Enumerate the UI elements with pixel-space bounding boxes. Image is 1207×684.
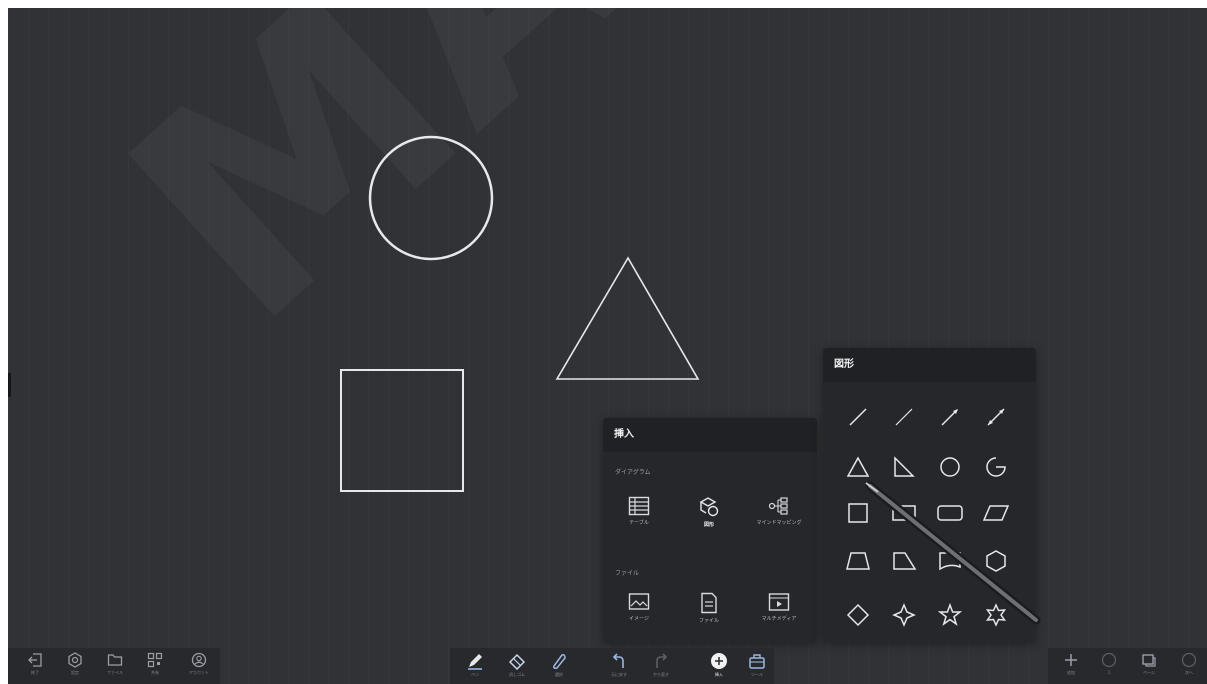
redo-icon xyxy=(656,653,668,668)
circle-icon xyxy=(940,457,960,477)
file-section-label: ファイル xyxy=(615,570,640,577)
drawn-square[interactable] xyxy=(340,369,464,492)
undo-label: 元に戻す xyxy=(611,672,627,677)
insert-image-label: イメージ xyxy=(629,616,649,622)
qr-share-button[interactable]: 共有 xyxy=(140,652,170,682)
folder-button[interactable]: ファイル xyxy=(100,652,130,682)
toolbar-left: 終了 設定 ファイル 共有 アカウント xyxy=(8,648,220,684)
insert-button[interactable]: 挿入 xyxy=(704,652,734,682)
next-page-button[interactable]: 次へ xyxy=(1174,652,1204,682)
diagram-section-label: ダイアグラム xyxy=(615,469,651,476)
drawn-triangle[interactable] xyxy=(555,256,700,380)
insert-shapes-label: 図形 xyxy=(703,522,714,528)
insert-panel-title: 挿入 xyxy=(603,418,817,452)
insert-shapes-button[interactable]: 図形 xyxy=(679,488,739,548)
insert-icon xyxy=(711,653,727,669)
insert-mindmap-label: マインドマッピング xyxy=(756,520,802,526)
qr-share-label: 共有 xyxy=(151,670,159,675)
add-page-icon xyxy=(1065,654,1077,666)
insert-multimedia-label: マルチメディア xyxy=(761,616,797,622)
exit-button[interactable]: 終了 xyxy=(20,652,50,682)
arc-icon xyxy=(986,457,1006,477)
drawn-circle[interactable] xyxy=(368,135,494,261)
next-page-label: 次へ xyxy=(1185,670,1193,675)
pen-label: ペン xyxy=(471,672,479,677)
redo-button[interactable]: やり直す xyxy=(646,652,676,682)
add-page-label: 追加 xyxy=(1067,670,1075,675)
select-icon xyxy=(553,654,566,669)
toolbox-icon xyxy=(749,654,765,669)
multimedia-icon xyxy=(768,593,790,611)
eraser-icon xyxy=(508,653,526,670)
account-button[interactable]: アカウント xyxy=(184,652,214,682)
pages-button[interactable]: ページ xyxy=(1134,652,1164,682)
exit-label: 終了 xyxy=(31,670,39,675)
undo-icon xyxy=(612,653,624,668)
arrow-line-icon xyxy=(941,409,958,426)
pen-icon xyxy=(468,654,482,670)
pages-icon xyxy=(1142,654,1156,667)
folder-icon xyxy=(107,654,123,666)
settings-label: 設定 xyxy=(71,670,79,675)
page-counter-icon xyxy=(1101,652,1117,668)
insert-multimedia-button[interactable]: マルチメディア xyxy=(749,584,809,644)
insert-table-button[interactable]: テーブル xyxy=(609,488,669,548)
qr-code-icon xyxy=(147,652,163,668)
folder-label: ファイル xyxy=(107,670,123,675)
insert-panel: 挿入 ダイアグラム テーブル 図形 マインドマッピング ファイル イメージ ファ… xyxy=(603,418,817,643)
insert-label: 挿入 xyxy=(715,672,723,677)
pen-tool-button[interactable]: ペン xyxy=(460,652,490,682)
insert-mindmap-button[interactable]: マインドマッピング xyxy=(749,488,809,548)
insert-file-label: ファイル xyxy=(698,618,719,624)
line-icon xyxy=(849,408,867,426)
exit-icon xyxy=(28,653,42,667)
add-page-button[interactable]: 追加 xyxy=(1056,652,1086,682)
right-triangle-icon xyxy=(894,456,915,477)
settings-icon xyxy=(68,652,82,668)
stylus-pen xyxy=(865,481,1041,625)
toolbar-center: ペン 消しゴム 選択 元に戻す やり直す 挿入 ツール xyxy=(450,648,774,684)
insert-file-button[interactable]: ファイル xyxy=(679,584,739,644)
undo-button[interactable]: 元に戻す xyxy=(604,652,634,682)
page-counter-label: 1 xyxy=(1107,670,1111,675)
toolbox-button[interactable]: ツール xyxy=(742,652,772,682)
toolbar-right: 追加 1 ページ 次へ xyxy=(1048,648,1207,684)
side-panel-handle[interactable] xyxy=(8,373,11,397)
double-arrow-line-icon xyxy=(987,408,1005,426)
table-icon xyxy=(628,496,650,516)
select-label: 選択 xyxy=(555,672,563,677)
select-tool-button[interactable]: 選択 xyxy=(544,652,574,682)
next-page-icon xyxy=(1181,652,1197,668)
insert-table-label: テーブル xyxy=(629,520,649,526)
eraser-label: 消しゴム xyxy=(509,672,525,677)
triangle-icon xyxy=(846,456,870,477)
account-icon xyxy=(191,652,207,668)
shape-double-arrow-line-button[interactable] xyxy=(979,400,1013,434)
account-label: アカウント xyxy=(189,670,209,675)
shapes-panel-title: 図形 xyxy=(823,348,1036,382)
whiteboard-window: MAYA S 挿入 ダイアグラム テーブル 図形 マインドマッピング ファイル … xyxy=(8,8,1207,684)
dashed-line-icon xyxy=(895,408,913,426)
settings-button[interactable]: 設定 xyxy=(60,652,90,682)
shapes-icon xyxy=(699,497,719,517)
image-icon xyxy=(628,593,650,610)
pages-label: ページ xyxy=(1143,670,1155,675)
shape-arrow-line-button[interactable] xyxy=(933,400,967,434)
shape-line-button[interactable] xyxy=(841,400,875,434)
page-counter: 1 xyxy=(1094,652,1124,682)
redo-label: やり直す xyxy=(653,672,669,677)
shape-dashed-line-button[interactable] xyxy=(887,400,921,434)
toolbox-label: ツール xyxy=(751,672,763,677)
insert-image-button[interactable]: イメージ xyxy=(609,584,669,644)
mindmap-icon xyxy=(768,497,788,515)
eraser-tool-button[interactable]: 消しゴム xyxy=(502,652,532,682)
file-icon xyxy=(701,592,717,614)
